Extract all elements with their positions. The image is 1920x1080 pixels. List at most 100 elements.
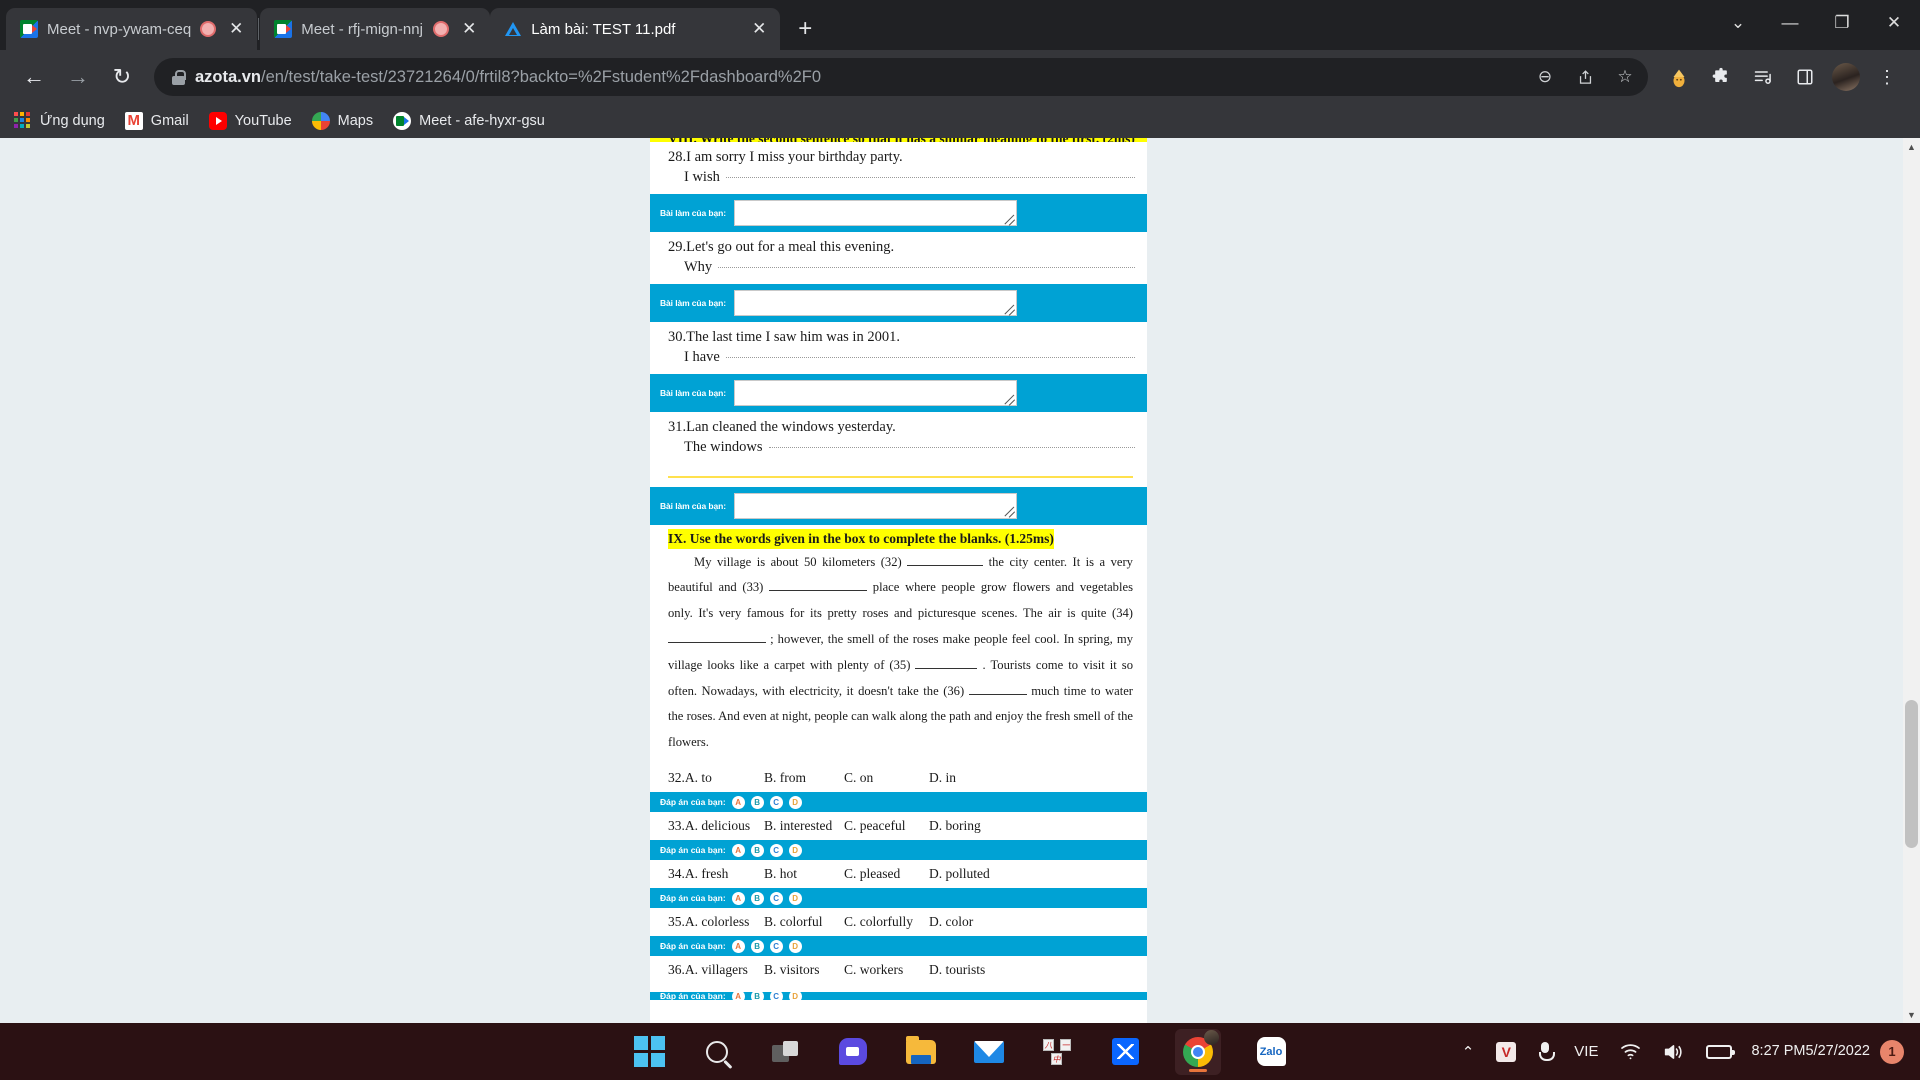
puzzle-extensions-icon[interactable] (1702, 58, 1740, 96)
mahjong-app[interactable]: 八一中 (1039, 1034, 1075, 1070)
wifi-icon[interactable] (1609, 1023, 1652, 1080)
tab-meet-1[interactable]: Meet - nvp-ywam-ceq ✕ (6, 8, 258, 50)
chrome-app[interactable] (1175, 1028, 1221, 1075)
tab-search-icon[interactable]: ⌄ (1712, 0, 1764, 46)
bookmark-gmail[interactable]: Gmail (124, 112, 189, 130)
mc-number-option-a: 35.A. colorless (668, 914, 750, 929)
task-view-button[interactable] (767, 1034, 803, 1070)
option-d-button[interactable]: D (788, 891, 802, 905)
browser-window: Meet - nvp-ywam-ceq ✕ Meet - rfj-mign-nn… (0, 0, 1920, 1023)
extension-cat-icon[interactable] (1660, 58, 1698, 96)
option-b-button[interactable]: B (750, 795, 764, 809)
option-d-button[interactable]: D (788, 939, 802, 953)
profile-avatar[interactable] (1832, 63, 1860, 91)
resize-grip-icon[interactable] (1003, 302, 1015, 314)
bookmark-maps[interactable]: Maps (311, 112, 373, 130)
scrollbar-thumb[interactable] (1905, 700, 1918, 848)
option-a-button[interactable]: A (731, 992, 745, 1000)
clock[interactable]: 8:27 PM 5/27/2022 (1743, 1023, 1880, 1080)
dropbox-app[interactable] (1107, 1034, 1143, 1070)
minimize-icon[interactable]: — (1764, 0, 1816, 46)
option-b-button[interactable]: B (750, 891, 764, 905)
side-panel-icon[interactable] (1786, 58, 1824, 96)
tray-v-app-icon[interactable]: V (1485, 1023, 1527, 1080)
zalo-app[interactable]: Zalo (1253, 1034, 1289, 1070)
zoom-out-icon[interactable]: ⊖ (1530, 62, 1560, 92)
option-d-button[interactable]: D (788, 795, 802, 809)
scroll-down-arrow-icon[interactable]: ▼ (1903, 1006, 1920, 1023)
url-domain: azota.vn (195, 67, 262, 86)
new-tab-button[interactable]: + (788, 12, 822, 46)
question-31: 31.Lan cleaned the windows yesterday. Th… (650, 412, 1147, 464)
tray-overflow-icon[interactable]: ⌃ (1451, 1023, 1486, 1080)
mahjong-icon: 八一中 (1043, 1038, 1071, 1065)
question-stem: I wish (668, 168, 1135, 188)
option-c-button[interactable]: C (769, 795, 783, 809)
close-icon[interactable]: ✕ (748, 18, 770, 40)
option-a-button[interactable]: A (731, 843, 745, 857)
answer-textarea-29[interactable] (733, 290, 1017, 317)
mc-question-32: 32.A. to B. from C. on D. in (650, 764, 1147, 792)
microphone-icon[interactable] (1527, 1023, 1563, 1080)
answer-textarea-28[interactable] (733, 200, 1017, 227)
task-view-icon (772, 1041, 798, 1062)
search-button[interactable] (699, 1034, 735, 1070)
close-icon[interactable]: ✕ (225, 18, 247, 40)
reload-icon[interactable]: ↻ (102, 57, 142, 97)
bookmark-youtube[interactable]: YouTube (208, 112, 292, 130)
bookmark-apps[interactable]: Ứng dụng (14, 112, 105, 130)
address-bar[interactable]: azota.vn/en/test/take-test/23721264/0/fr… (154, 58, 1648, 96)
mc-question-36: 36.A. villagers B. visitors C. workers D… (650, 956, 1147, 984)
back-icon[interactable]: ← (14, 57, 54, 97)
option-c-button[interactable]: C (769, 992, 783, 1000)
option-d-button[interactable]: D (788, 843, 802, 857)
language-indicator[interactable]: VIE (1563, 1023, 1609, 1080)
bookmark-label: Gmail (150, 113, 189, 129)
zoom-icon (839, 1038, 867, 1065)
resize-grip-icon[interactable] (1003, 505, 1015, 517)
bookmark-label: Ứng dụng (40, 113, 105, 129)
notification-badge[interactable]: 1 (1880, 1023, 1910, 1080)
bookmark-star-icon[interactable]: ☆ (1610, 62, 1640, 92)
tab-meet-2[interactable]: Meet - rfj-mign-nnj ✕ (260, 8, 491, 50)
zoom-app[interactable] (835, 1034, 871, 1070)
share-icon[interactable] (1570, 62, 1600, 92)
option-b-button[interactable]: B (750, 843, 764, 857)
page-scrollbar[interactable]: ▲ ▼ (1903, 138, 1920, 1023)
option-a-button[interactable]: A (731, 795, 745, 809)
option-c-button[interactable]: C (769, 843, 783, 857)
bookmark-meet[interactable]: Meet - afe-hyxr-gsu (393, 112, 545, 130)
close-window-icon[interactable]: ✕ (1868, 0, 1920, 46)
scroll-up-arrow-icon[interactable]: ▲ (1903, 138, 1920, 155)
question-29: 29.Let's go out for a meal this evening.… (650, 232, 1147, 284)
volume-icon[interactable] (1652, 1023, 1695, 1080)
file-explorer-app[interactable] (903, 1034, 939, 1070)
start-button[interactable] (631, 1034, 667, 1070)
apps-grid-icon (14, 112, 32, 130)
question-stem: Why (668, 258, 1135, 278)
option-c-button[interactable]: C (769, 939, 783, 953)
section-9-heading: IX. Use the words given in the box to co… (668, 528, 1054, 549)
answer-textarea-31[interactable] (733, 492, 1017, 519)
resize-grip-icon[interactable] (1003, 212, 1015, 224)
forward-icon[interactable]: → (58, 57, 98, 97)
maximize-icon[interactable]: ❐ (1816, 0, 1868, 46)
option-a-button[interactable]: A (731, 939, 745, 953)
resize-grip-icon[interactable] (1003, 392, 1015, 404)
close-icon[interactable]: ✕ (458, 18, 480, 40)
tab-divider (258, 18, 260, 40)
option-b-button[interactable]: B (750, 939, 764, 953)
option-b-button[interactable]: B (750, 992, 764, 1000)
option-d-button[interactable]: D (788, 992, 802, 1000)
system-tray: ⌃ V VIE 8:27 PM 5/27/2022 1 (1451, 1023, 1910, 1080)
option-c-button[interactable]: C (769, 891, 783, 905)
option-a-button[interactable]: A (731, 891, 745, 905)
google-meet-icon (20, 20, 38, 38)
tab-azota-test[interactable]: Làm bài: TEST 11.pdf ✕ (490, 8, 781, 50)
media-playlist-icon[interactable] (1744, 58, 1782, 96)
mail-app[interactable] (971, 1034, 1007, 1070)
battery-charging-icon[interactable] (1695, 1023, 1743, 1080)
question-prompt: 29.Let's go out for a meal this evening. (668, 239, 895, 256)
three-dot-menu-icon[interactable]: ⋮ (1868, 58, 1906, 96)
answer-textarea-30[interactable] (733, 380, 1017, 407)
